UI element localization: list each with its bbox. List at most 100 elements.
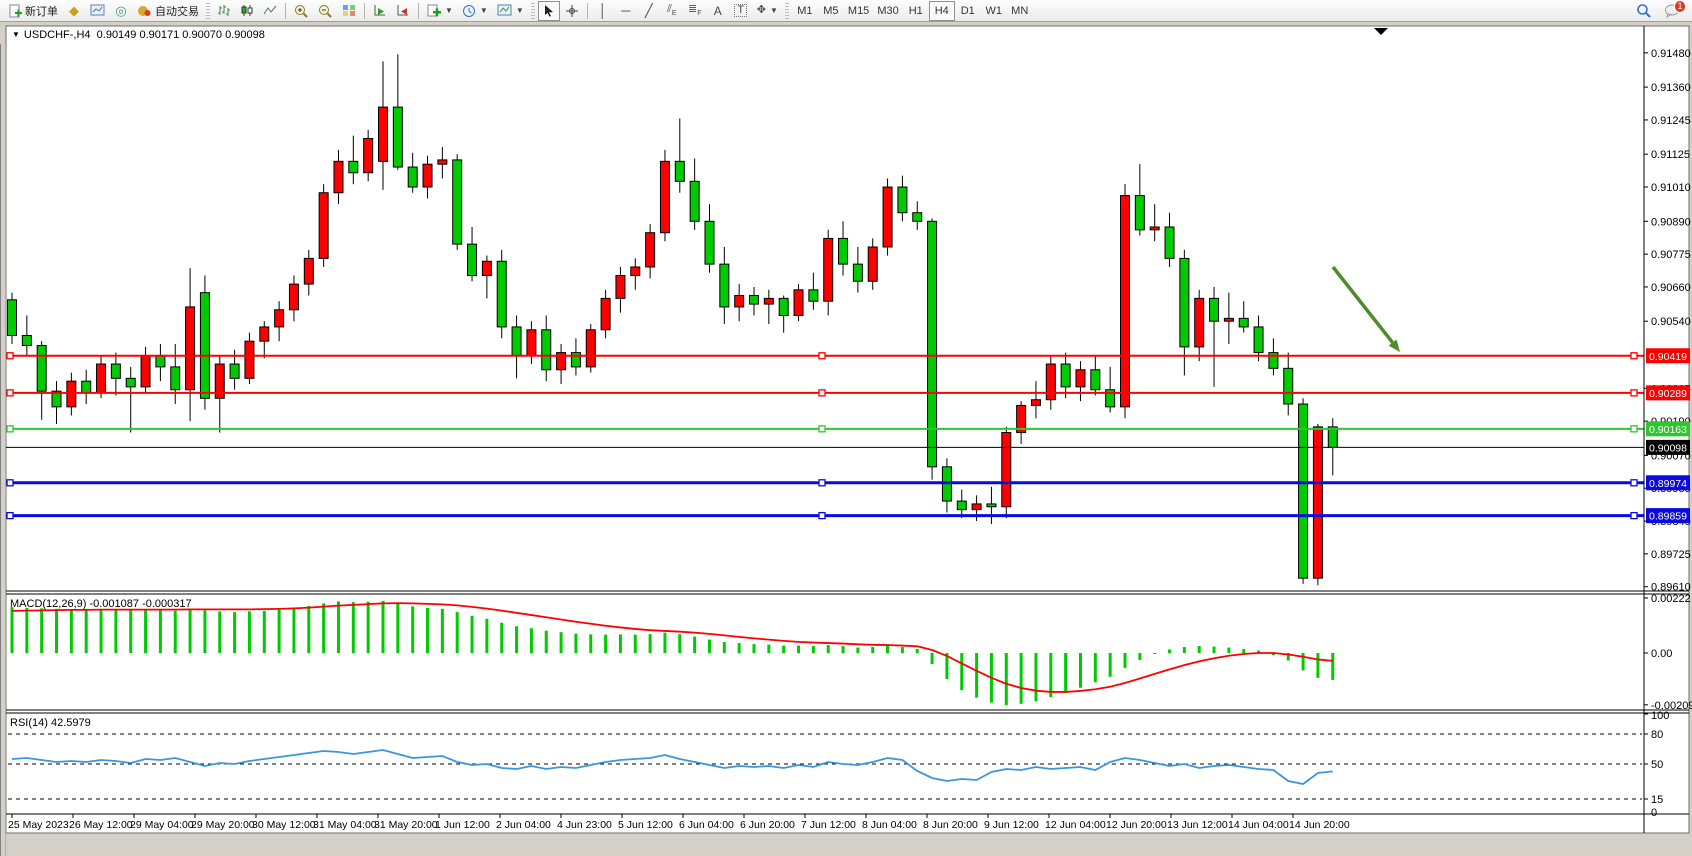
tile-windows-button[interactable] [338,1,360,21]
svg-text:0.91245: 0.91245 [1651,115,1691,127]
auto-scroll-button[interactable] [369,1,391,21]
svg-text:14 Jun 04:00: 14 Jun 04:00 [1228,819,1289,831]
svg-text:4 Jun 23:00: 4 Jun 23:00 [557,819,612,831]
svg-text:50: 50 [1651,759,1663,771]
bar-chart-icon [217,4,231,17]
candlestick-chart-icon [240,4,254,17]
svg-text:25 May 2023: 25 May 2023 [8,819,69,831]
metaeditor-button[interactable]: ◆ [63,1,85,21]
svg-text:0.91010: 0.91010 [1651,182,1691,194]
chart-window[interactable]: 0.914800.913600.912450.911250.910100.908… [0,22,1692,838]
svg-text:29 May 20:00: 29 May 20:00 [191,819,255,831]
zoom-in-button[interactable] [290,1,313,21]
svg-text:0.91125: 0.91125 [1651,149,1690,161]
trendline-button[interactable]: ╱ [638,1,660,21]
toolbar-grip [531,3,535,19]
svg-text:6 Jun 20:00: 6 Jun 20:00 [740,819,795,831]
chart-shift-button[interactable] [392,1,414,21]
svg-text:31 May 04:00: 31 May 04:00 [313,819,377,831]
crosshair-button[interactable] [561,1,583,21]
chevron-down-icon: ▼ [770,6,778,15]
cursor-button[interactable] [538,1,560,21]
svg-text:15: 15 [1651,794,1663,806]
crosshair-icon [565,4,579,18]
timeframe-button-m15[interactable]: M15 [844,1,873,21]
timeframe-button-m1[interactable]: M1 [792,1,818,21]
timeframe-group: M1M5M15M30H1H4D1W1MN [792,1,1033,21]
svg-text:2 Jun 04:00: 2 Jun 04:00 [496,819,551,831]
line-chart-icon [263,4,277,17]
text-button[interactable]: A [707,1,729,21]
svg-text:0: 0 [1651,807,1657,819]
periods-button[interactable]: ▼ [458,1,492,21]
svg-text:0.90419: 0.90419 [1649,351,1687,363]
equidistant-channel-icon: ⫽E [667,4,677,17]
svg-text:31 May 20:00: 31 May 20:00 [374,819,438,831]
timeframe-button-h4[interactable]: H4 [929,1,955,21]
templates-icon [497,4,512,17]
svg-text:0.00222: 0.00222 [1651,593,1691,605]
indicators-button[interactable]: ▼ [423,1,457,21]
svg-text:30 May 12:00: 30 May 12:00 [252,819,316,831]
window-edge [0,44,6,856]
svg-text:0.90098: 0.90098 [1649,442,1687,454]
horizontal-line-icon: ─ [621,4,630,17]
timeframe-button-d1[interactable]: D1 [955,1,981,21]
svg-text:0.90163: 0.90163 [1649,424,1687,436]
bar-chart-button[interactable] [213,1,235,21]
auto-scroll-icon [373,4,387,17]
chart-window-button[interactable] [86,1,109,21]
new-order-button[interactable]: 新订单 [4,1,62,21]
chart-canvas[interactable]: 0.914800.913600.912450.911250.910100.908… [0,22,1692,838]
zoom-in-icon [294,4,309,18]
equidistant-channel-button[interactable]: ⫽E [661,1,683,21]
signals-button[interactable]: ◎ [110,1,132,21]
timeframe-button-h1[interactable]: H1 [903,1,929,21]
svg-text:29 May 04:00: 29 May 04:00 [130,819,194,831]
timeframe-button-w1[interactable]: W1 [981,1,1007,21]
autotrading-label: 自动交易 [155,3,199,19]
chevron-down-icon: ▼ [516,6,524,15]
toolbar-grip [206,3,210,19]
text-label-button[interactable]: T [730,1,752,21]
fibonacci-button[interactable]: ≣F [684,1,706,21]
metaeditor-icon: ◆ [69,4,79,17]
chart-window-icon [90,4,105,17]
svg-text:0.90660: 0.90660 [1651,282,1691,294]
zoom-out-icon [318,4,333,18]
toolbar-separator [587,3,588,19]
vertical-line-button[interactable]: │ [592,1,614,21]
svg-text:0.89974: 0.89974 [1649,478,1687,490]
trendline-icon: ╱ [645,4,653,17]
autotrading-button[interactable]: 自动交易 [133,1,203,21]
fibonacci-icon: ≣F [688,4,702,17]
svg-text:5 Jun 12:00: 5 Jun 12:00 [618,819,673,831]
timeframe-button-m30[interactable]: M30 [873,1,902,21]
svg-text:100: 100 [1651,710,1669,722]
chart-shift-icon [396,4,410,17]
search-button[interactable] [1632,1,1655,21]
candlestick-chart-button[interactable] [236,1,258,21]
tile-windows-icon [342,4,356,17]
line-chart-button[interactable] [259,1,281,21]
toolbar-separator [285,3,286,19]
periods-clock-icon [462,4,476,18]
templates-button[interactable]: ▼ [493,1,528,21]
zoom-out-button[interactable] [314,1,337,21]
timeframe-button-m5[interactable]: M5 [818,1,844,21]
chevron-down-icon: ▼ [445,6,453,15]
svg-text:13 Jun 12:00: 13 Jun 12:00 [1167,819,1228,831]
timeframe-button-mn[interactable]: MN [1007,1,1033,21]
toolbar-grip [785,3,789,19]
svg-text:0.90540: 0.90540 [1651,316,1691,328]
svg-text:0.91480: 0.91480 [1651,48,1691,60]
arrows-button[interactable]: ✥▼ [753,1,782,21]
svg-text:0.89725: 0.89725 [1651,549,1691,561]
text-label-icon: T [734,4,747,17]
svg-text:7 Jun 12:00: 7 Jun 12:00 [801,819,856,831]
chat-button[interactable]: 1 [1656,1,1688,21]
svg-text:14 Jun 20:00: 14 Jun 20:00 [1289,819,1350,831]
svg-text:0.89610: 0.89610 [1651,582,1691,594]
horizontal-line-button[interactable]: ─ [615,1,637,21]
cursor-icon [543,4,555,17]
